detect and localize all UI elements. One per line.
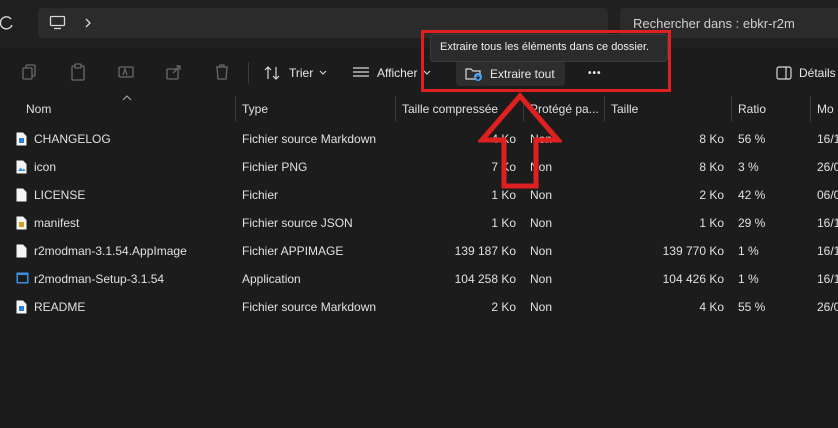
details-button[interactable]: Détails xyxy=(776,61,836,85)
json-file-icon xyxy=(16,216,27,230)
file-ratio: 1 % xyxy=(738,244,759,258)
refresh-icon[interactable] xyxy=(0,15,14,31)
column-header-size[interactable]: Taille xyxy=(611,102,638,126)
column-divider[interactable] xyxy=(731,96,732,122)
file-compressed-size: 1 Ko xyxy=(491,216,516,230)
file-row[interactable]: icon Fichier PNG 7 Ko Non 8 Ko 3 % 26/0 xyxy=(0,153,838,181)
file-size: 8 Ko xyxy=(699,160,724,174)
markdown-file-icon xyxy=(16,300,27,314)
file-row[interactable]: r2modman-3.1.54.AppImage Fichier APPIMAGE… xyxy=(0,237,838,265)
file-modified: 16/1 xyxy=(817,244,838,258)
column-divider[interactable] xyxy=(604,96,605,122)
file-ratio: 1 % xyxy=(738,272,759,286)
file-modified: 16/1 xyxy=(817,272,838,286)
column-header-modified[interactable]: Mo xyxy=(817,102,834,126)
rename-icon[interactable] xyxy=(116,62,136,82)
up-arrow-annotation xyxy=(478,92,562,189)
computer-icon xyxy=(49,15,66,30)
application-icon xyxy=(16,272,29,286)
file-size: 139 770 Ko xyxy=(662,244,724,258)
search-placeholder: Rechercher dans : ebkr-r2m xyxy=(633,16,795,31)
file-ratio: 3 % xyxy=(738,160,759,174)
generic-file-icon xyxy=(16,188,27,202)
file-size: 8 Ko xyxy=(699,132,724,146)
file-size: 1 Ko xyxy=(699,216,724,230)
file-compressed-size: 139 187 Ko xyxy=(454,244,516,258)
chevron-right-icon[interactable] xyxy=(84,18,92,30)
file-name: CHANGELOG xyxy=(34,132,111,146)
file-size: 2 Ko xyxy=(699,188,724,202)
file-ratio: 42 % xyxy=(738,188,766,202)
copy-icon[interactable] xyxy=(20,62,40,82)
file-row[interactable]: manifest Fichier source JSON 1 Ko Non 1 Ko 29… xyxy=(0,209,838,237)
file-size: 4 Ko xyxy=(699,300,724,314)
file-compressed-size: 1 Ko xyxy=(491,188,516,202)
paste-icon[interactable] xyxy=(68,62,88,82)
file-ratio: 55 % xyxy=(738,300,766,314)
file-row[interactable]: LICENSE Fichier 1 Ko Non 2 Ko 42 % 06/0 xyxy=(0,181,838,209)
view-button[interactable]: Afficher xyxy=(352,61,431,85)
file-row[interactable]: CHANGELOG Fichier source Markdown 4 Ko Non 8… xyxy=(0,125,838,153)
file-name: manifest xyxy=(34,216,80,230)
file-type: Fichier xyxy=(242,188,279,202)
file-modified: 06/0 xyxy=(817,188,838,202)
file-type: Application xyxy=(242,272,301,286)
markdown-file-icon xyxy=(16,132,27,146)
file-name: r2modman-Setup-3.1.54 xyxy=(34,272,165,286)
chevron-down-icon xyxy=(319,70,327,75)
file-protected: Non xyxy=(530,244,553,258)
file-modified: 16/1 xyxy=(817,216,838,230)
file-protected: Non xyxy=(530,272,553,286)
file-row[interactable]: r2modman-Setup-3.1.54 Application 104 258 … xyxy=(0,265,838,293)
file-name: LICENSE xyxy=(34,188,86,202)
share-icon[interactable] xyxy=(164,62,184,82)
column-divider[interactable] xyxy=(810,96,811,122)
generic-file-icon xyxy=(16,244,27,258)
sort-ascending-icon xyxy=(122,95,132,101)
delete-icon[interactable] xyxy=(212,62,232,82)
column-divider[interactable] xyxy=(235,96,236,122)
file-modified: 16/1 xyxy=(817,132,838,146)
file-type: Fichier source JSON xyxy=(242,216,353,230)
view-icon xyxy=(353,67,369,77)
file-protected: Non xyxy=(530,300,553,314)
sort-button[interactable]: Trier xyxy=(264,61,327,85)
column-header-name[interactable]: Nom xyxy=(26,102,51,126)
file-compressed-size: 104 258 Ko xyxy=(454,272,516,286)
file-ratio: 29 % xyxy=(738,216,766,230)
file-type: Fichier source Markdown xyxy=(242,132,377,146)
file-type: Fichier APPIMAGE xyxy=(242,244,344,258)
file-name: README xyxy=(34,300,86,314)
highlight-box xyxy=(421,30,671,92)
column-header-ratio[interactable]: Ratio xyxy=(738,102,766,126)
file-compressed-size: 2 Ko xyxy=(491,300,516,314)
column-header-type[interactable]: Type xyxy=(242,102,268,126)
file-ratio: 56 % xyxy=(738,132,766,146)
sort-icon xyxy=(264,66,280,80)
file-type: Fichier source Markdown xyxy=(242,300,377,314)
file-size: 104 426 Ko xyxy=(662,272,724,286)
file-modified: 26/0 xyxy=(817,160,838,174)
file-protected: Non xyxy=(530,188,553,202)
image-file-icon xyxy=(16,160,27,174)
details-pane-icon xyxy=(776,66,792,80)
file-name: r2modman-3.1.54.AppImage xyxy=(34,244,187,258)
file-type: Fichier PNG xyxy=(242,160,308,174)
file-modified: 26/0 xyxy=(817,300,838,314)
file-name: icon xyxy=(34,160,57,174)
file-protected: Non xyxy=(530,216,553,230)
column-divider[interactable] xyxy=(395,96,396,122)
toolbar-separator xyxy=(248,62,249,84)
file-row[interactable]: README Fichier source Markdown 2 Ko Non 4 Ko… xyxy=(0,293,838,321)
